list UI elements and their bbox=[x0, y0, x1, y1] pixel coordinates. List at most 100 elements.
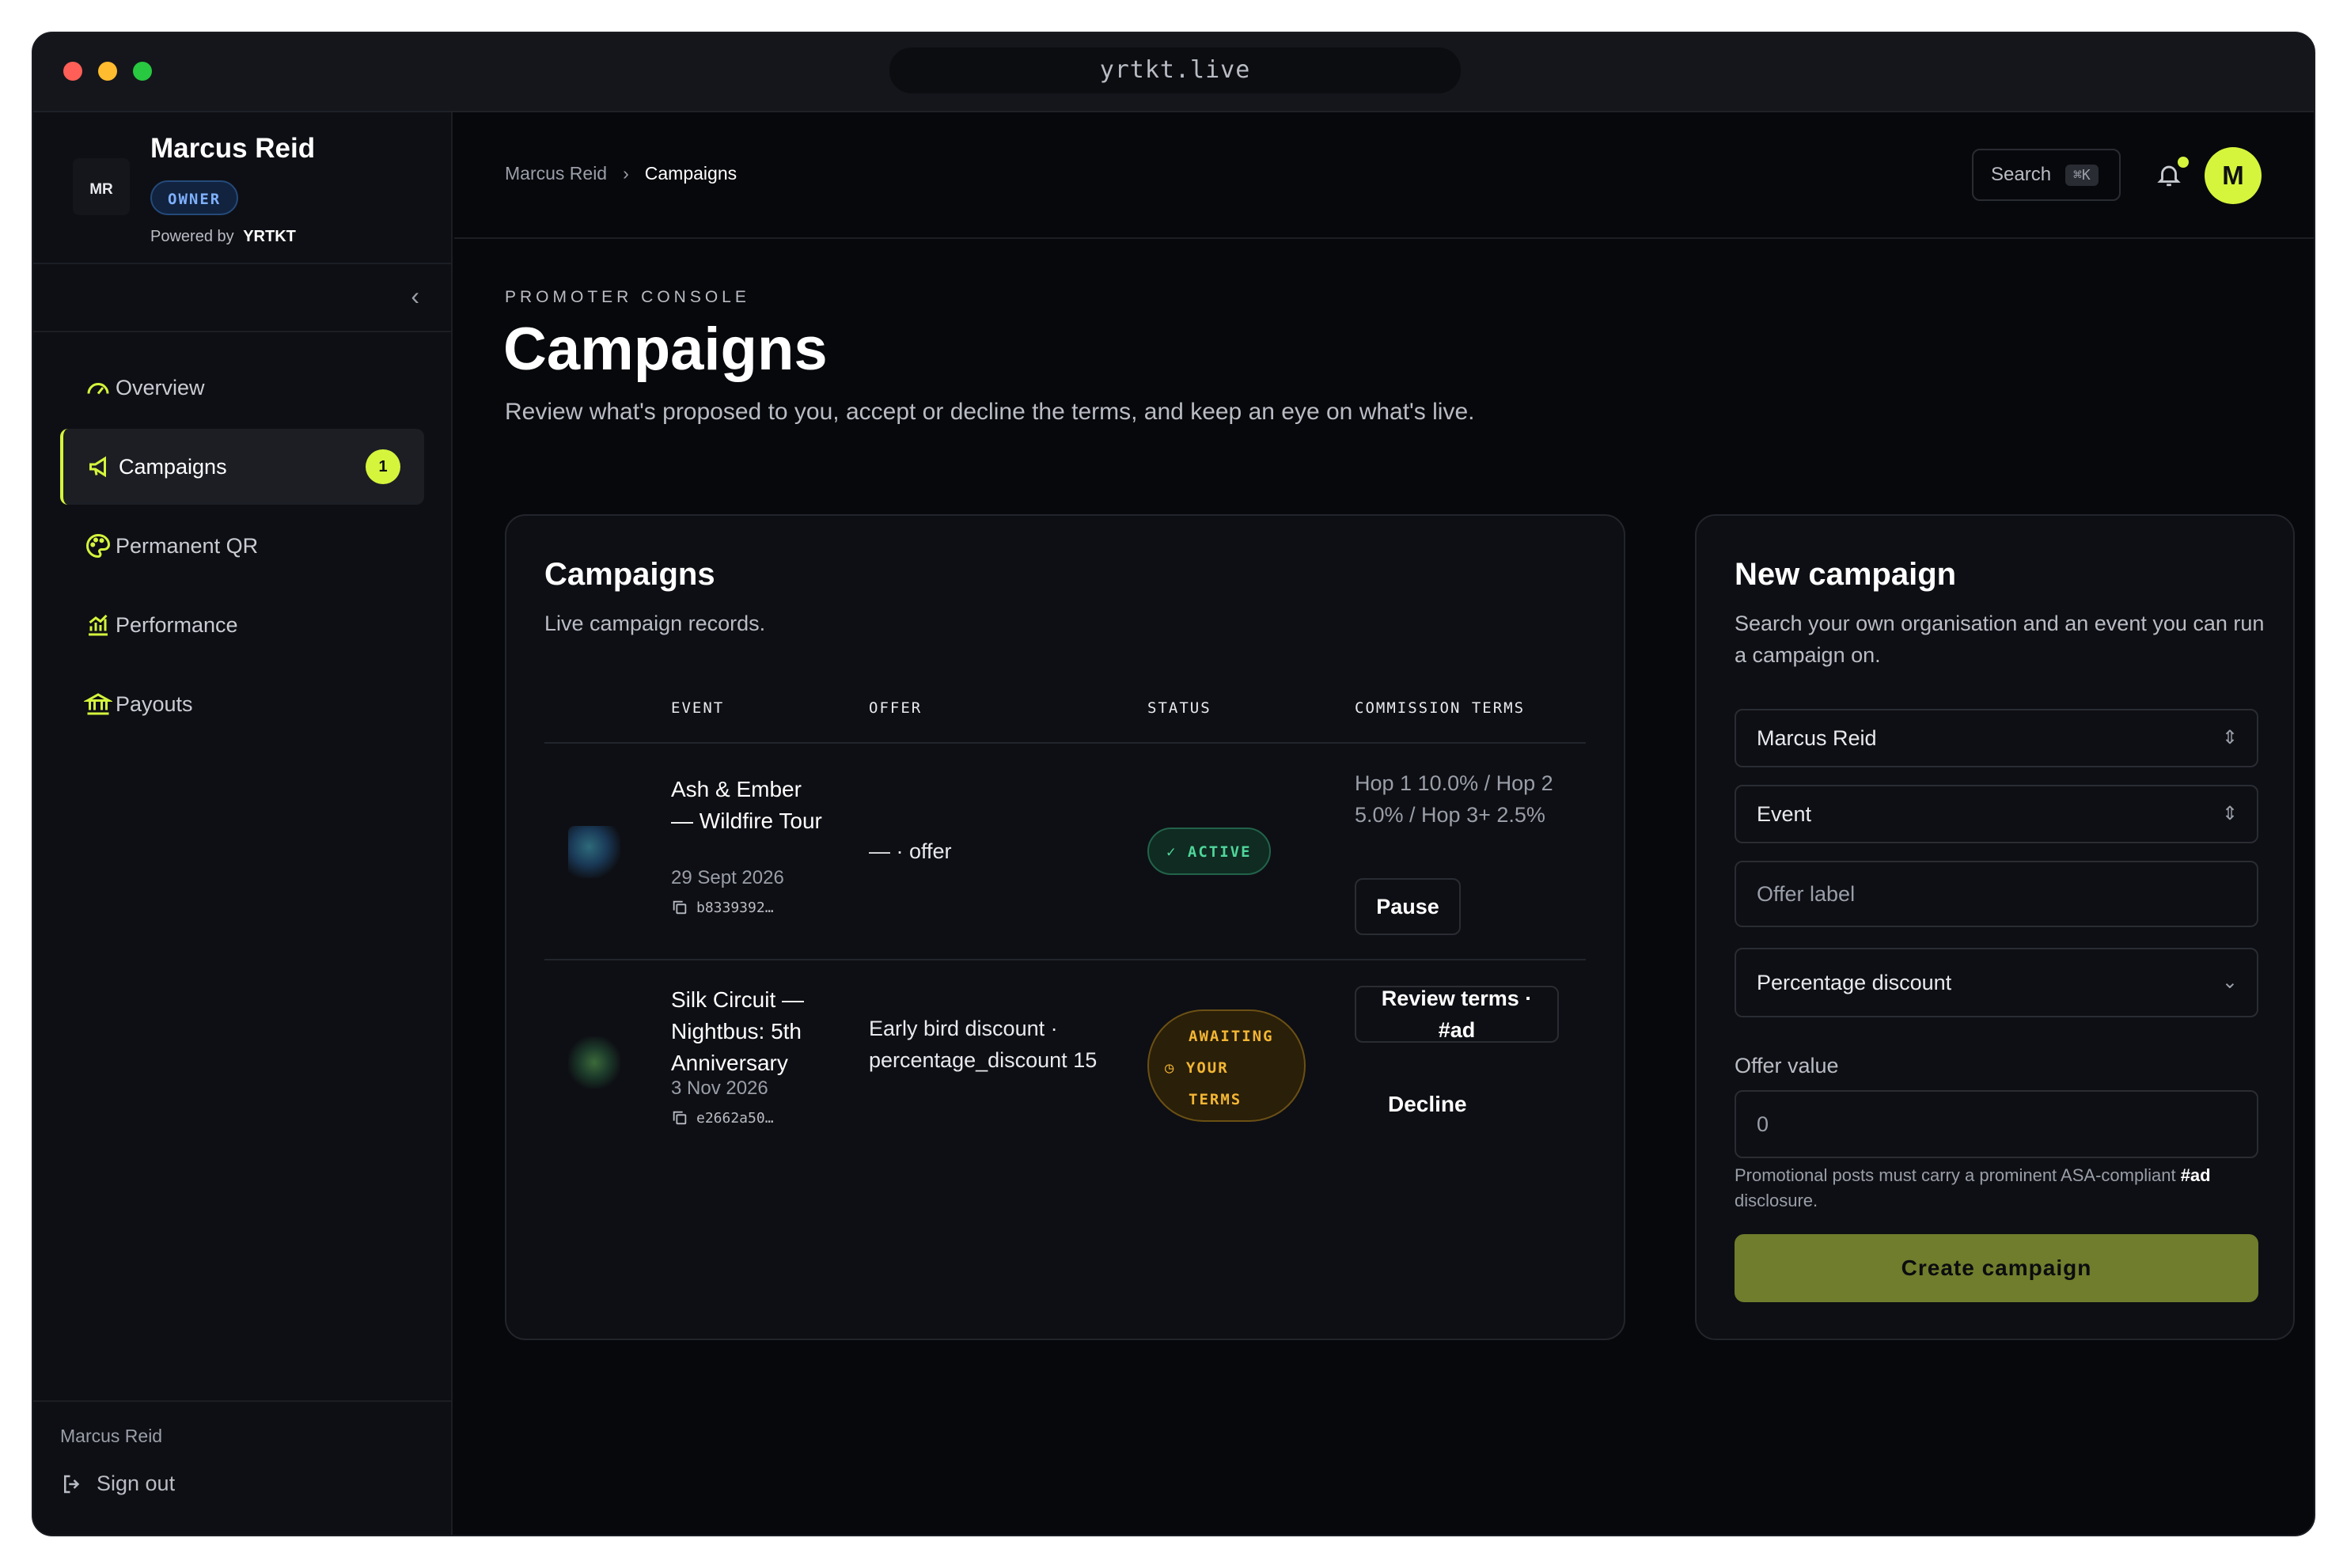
pause-button[interactable]: Pause bbox=[1355, 878, 1461, 935]
clock-icon: ◷ bbox=[1165, 1059, 1176, 1077]
review-terms-label: Review terms · #ad bbox=[1381, 987, 1533, 1042]
main-content: Marcus Reid › Campaigns Search ⌘K M PROM… bbox=[454, 112, 2314, 1535]
event-name: Silk Circuit — Nightbus: 5th Anniversary bbox=[671, 987, 805, 1075]
table-row: Ash & Ember — Wildfire Tour 29 Sept 2026… bbox=[544, 744, 1586, 960]
powered-by-label: Powered by bbox=[150, 228, 234, 245]
new-campaign-subtitle: Search your own organisation and an even… bbox=[1735, 612, 2265, 667]
sidebar-item-overview[interactable]: Overview bbox=[60, 350, 424, 426]
sidebar-item-label: Performance bbox=[116, 612, 238, 637]
maximize-window-button[interactable] bbox=[133, 62, 152, 81]
bank-icon bbox=[84, 693, 112, 715]
event-select[interactable]: Event ⇕ bbox=[1735, 785, 2258, 843]
create-campaign-button[interactable]: Create campaign bbox=[1735, 1234, 2258, 1302]
campaigns-card: Campaigns Live campaign records. EVENT O… bbox=[505, 514, 1625, 1340]
event-date: 29 Sept 2026 bbox=[671, 867, 784, 888]
breadcrumb-org[interactable]: Marcus Reid bbox=[505, 163, 607, 184]
sidebar-item-label: Permanent QR bbox=[116, 533, 259, 558]
chevron-right-icon: › bbox=[623, 163, 629, 184]
column-header-event: EVENT bbox=[671, 699, 725, 717]
review-terms-button[interactable]: Review terms · #ad bbox=[1355, 986, 1559, 1043]
offer-value-input[interactable]: 0 bbox=[1735, 1090, 2258, 1158]
sidebar-item-payouts[interactable]: Payouts bbox=[60, 666, 424, 742]
decline-button[interactable]: Decline bbox=[1388, 1092, 1467, 1117]
event-thumbnail bbox=[568, 826, 620, 878]
browser-window: yrtkt.live MR Marcus Reid OWNER Powered … bbox=[32, 32, 2315, 1536]
copy-icon bbox=[673, 900, 687, 915]
sign-out-label: Sign out bbox=[97, 1471, 176, 1495]
search-shortcut: ⌘K bbox=[2065, 164, 2099, 186]
sidebar-item-campaigns[interactable]: Campaigns 1 bbox=[60, 429, 424, 505]
campaigns-count-badge: 1 bbox=[366, 449, 400, 484]
sidebar-footer: Marcus Reid Sign out bbox=[33, 1400, 451, 1535]
page-eyebrow: PROMOTER CONSOLE bbox=[505, 288, 750, 306]
status-badge: AWAITING ◷ YOUR TERMS bbox=[1147, 1009, 1306, 1122]
chevron-updown-icon: ⇕ bbox=[2221, 727, 2238, 748]
organisation-select-value: Marcus Reid bbox=[1757, 726, 1877, 750]
sign-out-button[interactable]: Sign out bbox=[60, 1471, 175, 1496]
disclosure-tag: #ad bbox=[2180, 1165, 2211, 1185]
status-text-line-1: AWAITING bbox=[1189, 1028, 1274, 1045]
column-header-status: STATUS bbox=[1147, 699, 1211, 717]
offer-type-value: Percentage discount bbox=[1757, 971, 1952, 994]
chevron-down-icon: ⌄ bbox=[2221, 971, 2238, 993]
event-thumbnail bbox=[568, 1036, 620, 1089]
breadcrumb: Marcus Reid › Campaigns bbox=[505, 163, 737, 184]
chart-icon bbox=[89, 614, 108, 636]
collapse-sidebar-icon[interactable]: ‹ bbox=[411, 282, 419, 311]
offer-label-input[interactable]: Offer label bbox=[1735, 861, 2258, 927]
status-text-line-3: TERMS bbox=[1189, 1091, 1242, 1108]
palette-icon bbox=[86, 533, 111, 559]
search-button[interactable]: Search ⌘K bbox=[1972, 149, 2121, 201]
address-bar[interactable]: yrtkt.live bbox=[889, 47, 1461, 93]
megaphone-icon bbox=[89, 456, 106, 478]
sign-out-icon bbox=[64, 1475, 80, 1493]
avatar[interactable]: M bbox=[2205, 147, 2262, 204]
search-label: Search bbox=[1991, 164, 2052, 185]
column-header-commission-terms: COMMISSION TERMS bbox=[1355, 699, 1526, 717]
sidebar-nav: Overview Campaigns 1 Permanent QR Perfor… bbox=[60, 350, 424, 745]
event-id[interactable]: b8339392… bbox=[671, 899, 774, 916]
notification-dot bbox=[2178, 157, 2189, 168]
copy-icon bbox=[673, 1111, 687, 1125]
breadcrumb-current: Campaigns bbox=[644, 163, 737, 184]
campaigns-card-title: Campaigns bbox=[544, 557, 715, 592]
gauge-icon bbox=[87, 383, 109, 395]
offer-text: Early bird discount · percentage_discoun… bbox=[869, 1017, 1098, 1072]
offer-label-placeholder: Offer label bbox=[1757, 882, 1856, 906]
powered-by: Powered by YRTKT bbox=[150, 228, 296, 246]
new-campaign-card: New campaign Search your own organisatio… bbox=[1695, 514, 2295, 1340]
table-row: Silk Circuit — Nightbus: 5th Anniversary… bbox=[544, 960, 1586, 1166]
new-campaign-title: New campaign bbox=[1735, 557, 1957, 592]
chevron-updown-icon: ⇕ bbox=[2221, 803, 2238, 824]
org-name: Marcus Reid bbox=[150, 133, 316, 164]
page-title: Campaigns bbox=[503, 316, 828, 383]
collapse-row: ‹ bbox=[33, 264, 451, 332]
sidebar-item-permanent-qr[interactable]: Permanent QR bbox=[60, 508, 424, 584]
column-header-offer: OFFER bbox=[869, 699, 923, 717]
minimize-window-button[interactable] bbox=[98, 62, 117, 81]
offer-type-select[interactable]: Percentage discount ⌄ bbox=[1735, 948, 2258, 1017]
org-header: MR Marcus Reid OWNER Powered by YRTKT bbox=[33, 112, 451, 264]
footer-user-name: Marcus Reid bbox=[60, 1426, 163, 1446]
close-window-button[interactable] bbox=[63, 62, 82, 81]
offer-value-placeholder: 0 bbox=[1757, 1112, 1769, 1136]
event-id-text: e2662a50… bbox=[696, 1109, 774, 1127]
commission-terms: Hop 1 10.0% / Hop 2 5.0% / Hop 3+ 2.5% bbox=[1355, 771, 1553, 827]
event-name: Ash & Ember — Wildfire Tour bbox=[671, 777, 822, 833]
offer-text: — · offer bbox=[869, 839, 952, 863]
powered-by-brand: YRTKT bbox=[243, 228, 296, 245]
sidebar: MR Marcus Reid OWNER Powered by YRTKT ‹ … bbox=[33, 112, 453, 1535]
ad-disclosure-note: Promotional posts must carry a prominent… bbox=[1735, 1163, 2273, 1214]
sidebar-item-label: Overview bbox=[116, 375, 205, 400]
campaigns-card-subtitle: Live campaign records. bbox=[544, 612, 766, 635]
status-text: ACTIVE bbox=[1187, 843, 1252, 861]
role-badge: OWNER bbox=[150, 180, 239, 215]
organisation-select[interactable]: Marcus Reid ⇕ bbox=[1735, 709, 2258, 767]
org-logo: MR bbox=[73, 158, 130, 215]
event-id-text: b8339392… bbox=[696, 899, 774, 916]
top-bar: Marcus Reid › Campaigns Search ⌘K M bbox=[454, 112, 2314, 239]
offer-value-label: Offer value bbox=[1735, 1054, 1839, 1078]
event-id[interactable]: e2662a50… bbox=[671, 1109, 774, 1127]
sidebar-item-performance[interactable]: Performance bbox=[60, 587, 424, 663]
title-bar: yrtkt.live bbox=[33, 33, 2314, 112]
